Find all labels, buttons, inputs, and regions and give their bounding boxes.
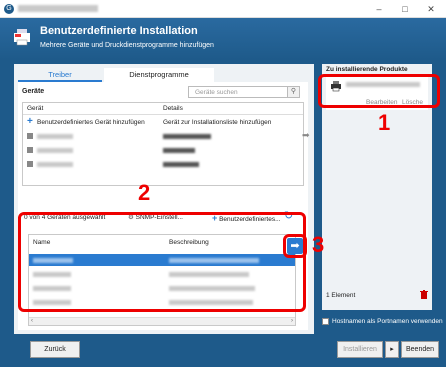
back-button[interactable]: Zurück xyxy=(30,341,80,358)
app-logo-icon: G xyxy=(4,4,14,14)
tab-drivers[interactable]: Treiber xyxy=(18,68,102,82)
products-panel-title: Zu installierende Produkte xyxy=(326,66,408,73)
col-details-header: Details xyxy=(163,105,183,112)
title-bar: G – □ ✕ xyxy=(0,0,446,18)
device-name-blurred xyxy=(37,162,73,167)
tab-utilities[interactable]: Dienstprogramme xyxy=(104,68,214,82)
finish-button[interactable]: Beenden xyxy=(401,341,439,358)
printer-install-icon xyxy=(14,29,30,46)
header-banner: Benutzerdefinierte Installation Mehrere … xyxy=(0,18,446,60)
trash-icon[interactable] xyxy=(420,290,428,299)
callout-box-2 xyxy=(18,212,306,312)
search-placeholder: Geräte suchen xyxy=(195,89,238,96)
callout-number-3: 3 xyxy=(312,232,325,257)
scroll-left-icon[interactable]: ‹ xyxy=(31,318,33,324)
callout-number-1: 1 xyxy=(378,110,391,135)
close-button[interactable]: ✕ xyxy=(420,2,442,16)
device-name-blurred xyxy=(37,148,73,153)
checkbox-box[interactable] xyxy=(322,318,329,325)
col-device-header: Gerät xyxy=(27,105,44,112)
install-options-arrow-button[interactable]: ▸ xyxy=(385,341,399,358)
search-icon[interactable]: ⚲ xyxy=(287,87,299,97)
callout-box-1 xyxy=(318,74,440,108)
product-count: 1 Element xyxy=(326,292,356,299)
device-icon xyxy=(27,161,33,167)
device-details-blurred xyxy=(163,162,199,167)
device-name-blurred xyxy=(37,134,73,139)
device-details-blurred xyxy=(163,134,211,139)
horizontal-scrollbar[interactable]: ‹ › xyxy=(29,317,295,325)
plus-icon: + xyxy=(27,116,33,127)
header-subtitle: Mehrere Geräte und Druckdienstprogramme … xyxy=(40,42,214,49)
callout-box-3 xyxy=(283,234,307,258)
device-table: Gerät Details + Benutzerdefiniertes Gerä… xyxy=(22,102,304,186)
tab-bar: Treiber Dienstprogramme xyxy=(18,68,218,82)
add-device-detail: Gerät zur Installationsliste hinzufügen xyxy=(163,119,272,126)
window-title-blurred xyxy=(18,5,98,12)
add-device-label: Benutzerdefiniertes Gerät hinzufügen xyxy=(37,119,145,126)
add-to-list-arrow-icon[interactable]: ➡ xyxy=(302,130,310,141)
devices-section-label: Geräte xyxy=(22,88,45,95)
device-details-blurred xyxy=(163,148,195,153)
device-icon xyxy=(27,147,33,153)
header-divider xyxy=(23,114,303,115)
install-button[interactable]: Installieren xyxy=(337,341,383,358)
header-title: Benutzerdefinierte Installation xyxy=(40,25,198,37)
maximize-button[interactable]: □ xyxy=(394,2,416,16)
scroll-right-icon[interactable]: › xyxy=(291,318,293,324)
device-icon xyxy=(27,133,33,139)
device-search-input[interactable]: Geräte suchen ⚲ xyxy=(188,86,300,98)
hostname-port-checkbox[interactable]: Hostnamen als Portnamen verwenden xyxy=(322,318,443,325)
callout-number-2: 2 xyxy=(138,180,151,205)
hostname-port-label: Hostnamen als Portnamen verwenden xyxy=(332,318,443,326)
minimize-button[interactable]: – xyxy=(368,2,390,16)
